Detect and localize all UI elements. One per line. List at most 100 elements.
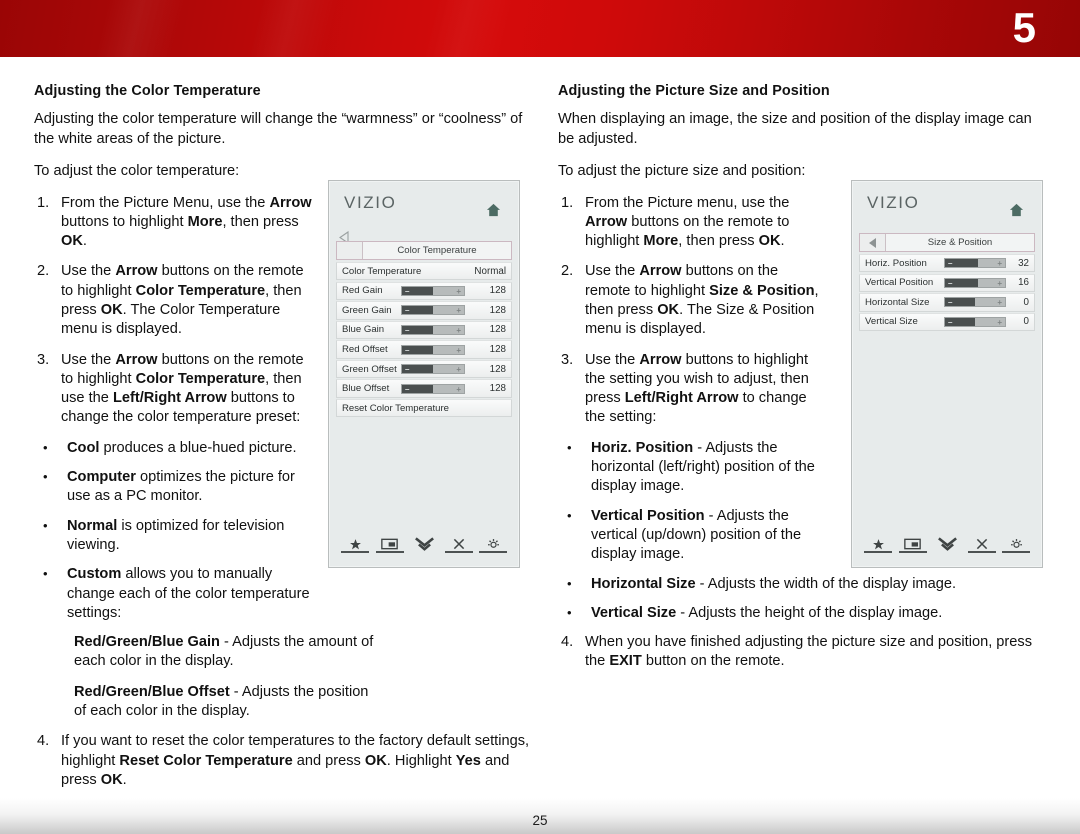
close-x-icon[interactable] <box>967 535 997 553</box>
home-icon[interactable] <box>1009 203 1024 217</box>
tv-menu-row[interactable]: Red Gain – +128 <box>336 281 512 300</box>
tv-menu-slider[interactable]: – + <box>944 277 1006 288</box>
gear-icon[interactable] <box>1001 535 1031 553</box>
tv-menu-row[interactable]: Color Temperature Normal <box>336 262 512 281</box>
minus-icon[interactable]: – <box>948 279 952 288</box>
gear-icon[interactable] <box>478 535 508 553</box>
tv-menu-slider[interactable]: – + <box>944 316 1006 327</box>
emphasis-text: Size & Position <box>709 282 815 299</box>
plus-icon[interactable]: + <box>456 326 461 335</box>
minus-icon[interactable]: – <box>948 299 952 307</box>
tv-menu-row-value: 32 <box>1018 257 1029 269</box>
body-text: . <box>780 233 785 250</box>
minus-icon[interactable]: – <box>405 366 409 374</box>
tv-menu-row[interactable]: Blue Gain – +128 <box>336 320 512 340</box>
bullet-item: • Normal is optimized for television view… <box>34 517 312 556</box>
tv-size-back-arrow-cell[interactable] <box>860 234 886 251</box>
tv-menu-row-value: 128 <box>489 285 506 297</box>
tv-menu-row-value: 128 <box>489 363 506 375</box>
step-item: 1. From the Picture menu, use the Arrow b… <box>558 194 826 252</box>
sub-definition: Red/Green/Blue Offset - Adjusts the posi… <box>74 683 374 722</box>
emphasis-text: OK <box>61 233 83 250</box>
tv-menu-slider[interactable]: – + <box>401 305 465 316</box>
tv-menu-row[interactable]: Horiz. Position – +32 <box>859 254 1035 273</box>
picture-in-picture-icon[interactable] <box>375 535 405 553</box>
tv-menu-row[interactable]: Red Offset – +128 <box>336 340 512 359</box>
emphasis-text: Yes <box>455 752 481 769</box>
page-number: 25 <box>532 813 548 828</box>
plus-icon[interactable]: + <box>997 279 1002 288</box>
plus-icon[interactable]: + <box>997 318 1002 327</box>
double-chevron-down-icon[interactable] <box>932 535 962 553</box>
bullet-item: • Computer optimizes the picture for use … <box>34 468 312 507</box>
tv-menu-row[interactable]: Green Offset – +128 <box>336 359 512 379</box>
plus-icon[interactable]: + <box>456 366 461 374</box>
tv-menu-slider[interactable]: – + <box>401 364 465 375</box>
tv-color-tab-arrow-cell[interactable] <box>337 242 363 259</box>
tv-menu-row[interactable]: Vertical Size – +0 <box>859 312 1035 332</box>
emphasis-text: Red/Green/Blue Offset <box>74 683 230 700</box>
right-steps-tail-list: 4. When you have finished adjusting the p… <box>558 633 1050 672</box>
star-icon[interactable] <box>863 535 893 553</box>
tv-color-tab-row: Color Temperature <box>336 241 512 260</box>
tv-menu-row[interactable]: Horizontal Size – +0 <box>859 293 1035 312</box>
tv-menu-slider[interactable]: – + <box>944 258 1006 269</box>
body-text: . <box>122 771 127 788</box>
plus-icon[interactable]: + <box>997 260 1002 268</box>
plus-icon[interactable]: + <box>456 287 461 296</box>
body-text: - Adjusts the height of the display imag… <box>676 604 943 621</box>
plus-icon[interactable]: + <box>456 385 461 394</box>
right-steps-list: 1. From the Picture menu, use the Arrow b… <box>558 194 826 428</box>
emphasis-text: More <box>643 233 679 250</box>
right-section-title: Adjusting the Picture Size and Position <box>558 83 830 99</box>
tv-menu-row-label: Red Offset <box>342 344 388 355</box>
bullet-dot-icon: • <box>43 566 48 582</box>
tv-menu-row[interactable]: Blue Offset – +128 <box>336 379 512 398</box>
star-icon[interactable] <box>340 535 370 553</box>
minus-icon[interactable]: – <box>405 287 409 296</box>
minus-icon[interactable]: – <box>948 260 952 268</box>
tv-color-list: Color Temperature Color Temperature Norma… <box>336 241 512 419</box>
minus-icon[interactable]: – <box>405 307 409 315</box>
tv-menu-slider[interactable]: – + <box>401 285 465 296</box>
minus-icon[interactable]: – <box>405 385 409 394</box>
minus-icon[interactable]: – <box>405 326 409 335</box>
tv-color-icon-bar <box>340 535 508 553</box>
tv-menu-row[interactable]: Vertical Position – +16 <box>859 273 1035 292</box>
emphasis-text: OK <box>100 771 123 788</box>
tv-menu-slider[interactable]: – + <box>401 383 465 394</box>
emphasis-text: Arrow <box>269 194 312 211</box>
emphasis-text: Arrow <box>639 263 682 280</box>
tv-menu-row-label: Green Gain <box>342 304 392 316</box>
plus-icon[interactable]: + <box>997 299 1002 307</box>
tv-menu-slider[interactable]: – + <box>944 297 1006 308</box>
minus-icon[interactable]: – <box>405 346 409 355</box>
left-steps-list: 1. From the Picture Menu, use the Arrow b… <box>34 194 312 428</box>
minus-icon[interactable]: – <box>948 318 952 327</box>
tv-menu-slider[interactable]: – + <box>401 344 465 355</box>
body-text: From the Picture menu, use the <box>585 194 790 211</box>
tv-color-temperature-menu: VIZIO Color Temperature Color Temperatur… <box>328 180 520 568</box>
tv-size-tab-row: Size & Position <box>859 233 1035 252</box>
emphasis-text: Arrow <box>115 263 158 280</box>
tv-menu-slider[interactable]: – + <box>401 324 465 335</box>
body-text: Use the <box>585 263 640 280</box>
double-chevron-down-icon[interactable] <box>409 535 439 553</box>
tv-menu-row[interactable]: Reset Color Temperature <box>336 399 512 418</box>
step-item: 3. Use the Arrow buttons to highlight the… <box>558 351 826 428</box>
emphasis-text: Horiz. Position <box>591 439 694 456</box>
plus-icon[interactable]: + <box>456 346 461 355</box>
picture-in-picture-icon[interactable] <box>898 535 928 553</box>
bullet-dot-icon: • <box>567 575 572 591</box>
tv-menu-row[interactable]: Green Gain – +128 <box>336 301 512 320</box>
plus-icon[interactable]: + <box>456 307 461 315</box>
emphasis-text: OK <box>100 301 123 318</box>
bullet-dot-icon: • <box>43 439 48 455</box>
page-footer: 25 <box>0 798 1080 834</box>
body-text: Use the <box>61 263 116 280</box>
home-icon[interactable] <box>486 203 501 217</box>
step-item: 2. Use the Arrow buttons on the remote to… <box>34 262 312 339</box>
close-x-icon[interactable] <box>444 535 474 553</box>
emphasis-text: Reset Color Temperature <box>119 752 293 769</box>
bullet-dot-icon: • <box>43 469 48 485</box>
